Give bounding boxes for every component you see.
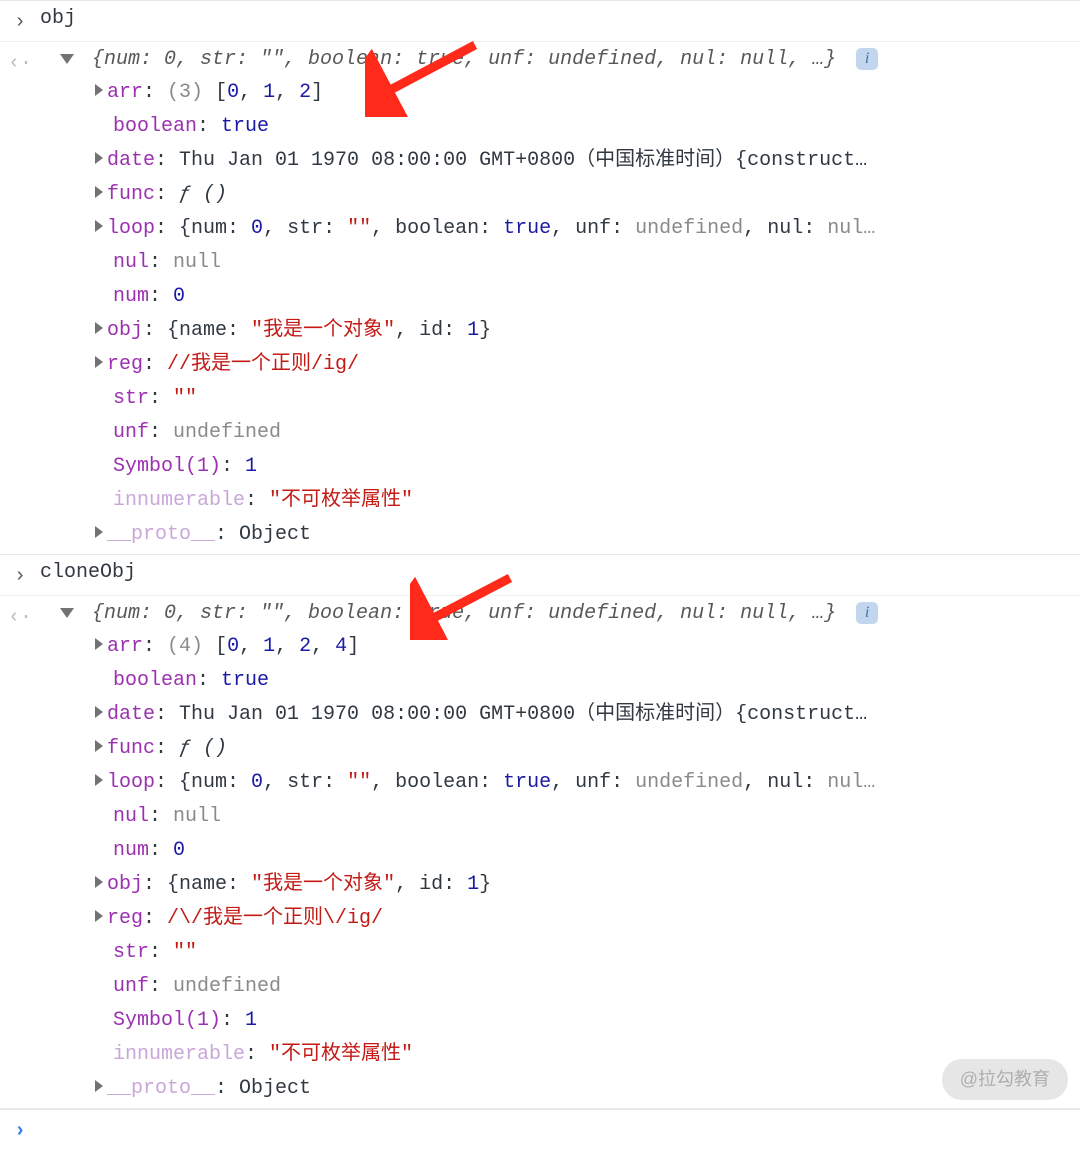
- console-prompt[interactable]: ›: [0, 1109, 1080, 1154]
- prop-num: num: 0: [95, 280, 1070, 314]
- prop-reg[interactable]: reg: //我是一个正则/ig/: [95, 348, 1070, 382]
- prop-num: num: 0: [95, 834, 1070, 868]
- object-summary[interactable]: {num: 0, str: "", boolean: true, unf: un…: [40, 44, 1070, 76]
- prop-boolean: boolean: true: [95, 664, 1070, 698]
- expand-icon[interactable]: [95, 706, 103, 718]
- expand-icon[interactable]: [95, 356, 103, 368]
- prop-str: str: "": [95, 936, 1070, 970]
- expand-icon[interactable]: [95, 774, 103, 786]
- console-panel: › obj ‹· {num: 0, str: "", boolean: true…: [0, 0, 1080, 1154]
- watermark-badge: @拉勾教育: [942, 1059, 1068, 1100]
- prop-reg[interactable]: reg: /\/我是一个正则\/ig/: [95, 902, 1070, 936]
- expand-icon[interactable]: [95, 220, 103, 232]
- prop-arr[interactable]: arr: (3) [0, 1, 2]: [95, 76, 1070, 110]
- prop-func[interactable]: func: ƒ (): [95, 178, 1070, 212]
- console-input-text: cloneObj: [40, 557, 1080, 589]
- expand-icon[interactable]: [95, 84, 103, 96]
- console-input-row[interactable]: › cloneObj: [0, 555, 1080, 596]
- object-properties: arr: (4) [0, 1, 2, 4] boolean: true date…: [40, 630, 1070, 1106]
- prop-symbol: Symbol(1): 1: [95, 1004, 1070, 1038]
- expand-icon[interactable]: [95, 740, 103, 752]
- expand-icon[interactable]: [95, 876, 103, 888]
- console-input-text: obj: [40, 3, 1080, 35]
- expand-icon[interactable]: [95, 526, 103, 538]
- expand-icon[interactable]: [95, 186, 103, 198]
- expand-icon[interactable]: [95, 1080, 103, 1092]
- input-chevron-icon: ›: [0, 557, 40, 593]
- info-icon[interactable]: i: [856, 48, 878, 70]
- input-chevron-icon: ›: [0, 3, 40, 39]
- console-output-row: ‹· {num: 0, str: "", boolean: true, unf:…: [0, 596, 1080, 1109]
- prop-nul: nul: null: [95, 246, 1070, 280]
- prop-proto[interactable]: __proto__: Object: [95, 1072, 1070, 1106]
- output-chevron-icon: ‹·: [0, 598, 40, 634]
- prop-str: str: "": [95, 382, 1070, 416]
- expand-toggle-icon[interactable]: [60, 54, 74, 64]
- prop-symbol: Symbol(1): 1: [95, 450, 1070, 484]
- expand-icon[interactable]: [95, 638, 103, 650]
- prop-innumerable: innumerable: "不可枚举属性": [95, 484, 1070, 518]
- prop-unf: unf: undefined: [95, 416, 1070, 450]
- prop-nul: nul: null: [95, 800, 1070, 834]
- console-output-row: ‹· {num: 0, str: "", boolean: true, unf:…: [0, 42, 1080, 555]
- prop-innumerable: innumerable: "不可枚举属性": [95, 1038, 1070, 1072]
- console-input-row[interactable]: › obj: [0, 1, 1080, 42]
- prop-date[interactable]: date: Thu Jan 01 1970 08:00:00 GMT+0800（…: [95, 144, 1070, 178]
- expand-toggle-icon[interactable]: [60, 608, 74, 618]
- prop-proto[interactable]: __proto__: Object: [95, 518, 1070, 552]
- prop-obj[interactable]: obj: {name: "我是一个对象", id: 1}: [95, 868, 1070, 902]
- prop-loop[interactable]: loop: {num: 0, str: "", boolean: true, u…: [95, 766, 1070, 800]
- object-properties: arr: (3) [0, 1, 2] boolean: true date: T…: [40, 76, 1070, 552]
- object-summary[interactable]: {num: 0, str: "", boolean: true, unf: un…: [40, 598, 1070, 630]
- prop-date[interactable]: date: Thu Jan 01 1970 08:00:00 GMT+0800（…: [95, 698, 1070, 732]
- prop-boolean: boolean: true: [95, 110, 1070, 144]
- prop-obj[interactable]: obj: {name: "我是一个对象", id: 1}: [95, 314, 1070, 348]
- expand-icon[interactable]: [95, 322, 103, 334]
- info-icon[interactable]: i: [856, 602, 878, 624]
- prop-func[interactable]: func: ƒ (): [95, 732, 1070, 766]
- prop-loop[interactable]: loop: {num: 0, str: "", boolean: true, u…: [95, 212, 1070, 246]
- prop-arr[interactable]: arr: (4) [0, 1, 2, 4]: [95, 630, 1070, 664]
- prop-unf: unf: undefined: [95, 970, 1070, 1004]
- expand-icon[interactable]: [95, 152, 103, 164]
- expand-icon[interactable]: [95, 910, 103, 922]
- output-chevron-icon: ‹·: [0, 44, 40, 80]
